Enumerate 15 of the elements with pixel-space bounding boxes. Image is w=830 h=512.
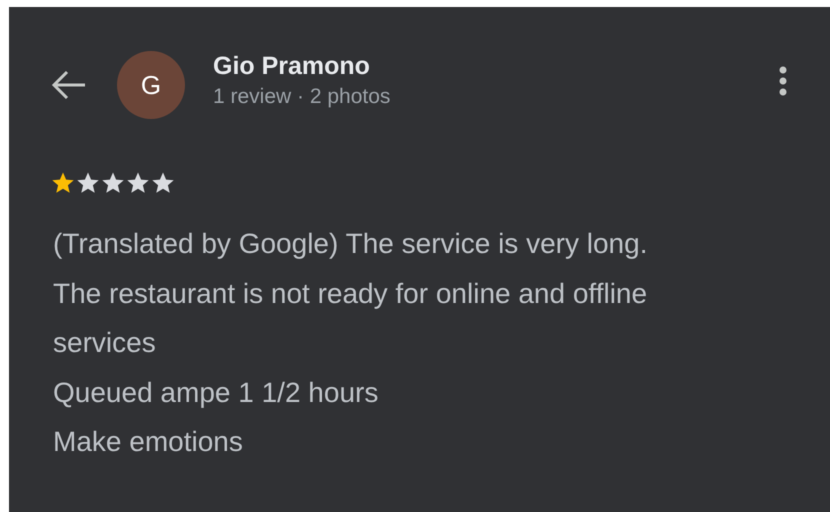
star-icon xyxy=(51,171,75,195)
review-text-line: Make emotions xyxy=(53,425,244,459)
more-options-icon[interactable] xyxy=(778,66,788,96)
star-icon xyxy=(151,171,175,195)
reviewer-name: Gio Pramono xyxy=(213,52,371,80)
review-text-line: Queued ampe 1 1/2 hours xyxy=(53,376,380,410)
reviewer-meta: 1 review · 2 photos xyxy=(213,84,392,108)
review-text-line: (Translated by Google) The service is very long. xyxy=(53,227,648,261)
star-icon xyxy=(126,171,150,195)
review-text-line: services xyxy=(53,326,157,360)
back-arrow-icon[interactable] xyxy=(51,69,87,101)
avatar: G xyxy=(117,51,185,119)
star-icon xyxy=(76,171,100,195)
star-icon xyxy=(101,171,125,195)
review-text-line: The restaurant is not ready for online and offline xyxy=(53,276,648,311)
